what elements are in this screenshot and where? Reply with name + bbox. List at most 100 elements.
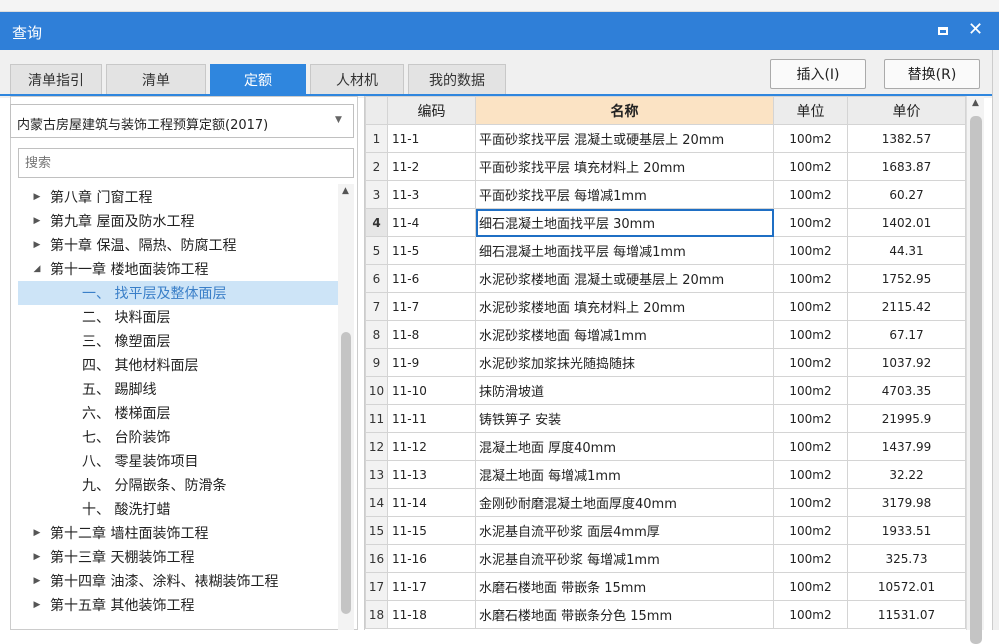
name-cell[interactable]: 金刚砂耐磨混凝土地面厚度40mm — [475, 488, 774, 517]
table-row[interactable]: 12 11-12 混凝土地面 厚度40mm 100m2 1437.99 — [365, 432, 966, 461]
unit-cell[interactable]: 100m2 — [773, 180, 848, 209]
name-cell[interactable]: 水泥砂浆楼地面 填充材料上 20mm — [475, 292, 774, 321]
code-cell[interactable]: 11-7 — [387, 292, 476, 321]
table-row[interactable]: 17 11-17 水磨石楼地面 带嵌条 15mm 100m2 10572.01 — [365, 572, 966, 601]
tree-section-node[interactable]: 九、 分隔嵌条、防滑条 — [18, 473, 338, 497]
tree-section-node[interactable]: 七、 台阶装饰 — [18, 425, 338, 449]
replace-button[interactable]: 替换(R) — [884, 59, 980, 89]
tree-section-node[interactable]: 二、 块料面层 — [18, 305, 338, 329]
code-cell[interactable]: 11-5 — [387, 236, 476, 265]
table-row[interactable]: 3 11-3 平面砂浆找平层 每增减1mm 100m2 60.27 — [365, 180, 966, 209]
table-row[interactable]: 14 11-14 金刚砂耐磨混凝土地面厚度40mm 100m2 3179.98 — [365, 488, 966, 517]
unit-cell[interactable]: 100m2 — [773, 292, 848, 321]
search-input[interactable] — [19, 149, 353, 177]
table-row[interactable]: 9 11-9 水泥砂浆加浆抹光随捣随抹 100m2 1037.92 — [365, 348, 966, 377]
tree-chapter-node[interactable]: ▶ 第十二章 墙柱面装饰工程 — [18, 521, 338, 545]
unit-cell[interactable]: 100m2 — [773, 432, 848, 461]
unit-cell[interactable]: 100m2 — [773, 320, 848, 349]
collapse-arrow-icon[interactable]: ◢ — [30, 264, 44, 274]
expand-arrow-icon[interactable]: ▶ — [30, 216, 44, 226]
table-row[interactable]: 8 11-8 水泥砂浆楼地面 每增减1mm 100m2 67.17 — [365, 320, 966, 349]
price-cell[interactable]: 1933.51 — [847, 516, 966, 545]
scroll-up-icon[interactable]: ▲ — [972, 98, 979, 108]
name-cell[interactable]: 水泥基自流平砂浆 面层4mm厚 — [475, 516, 774, 545]
price-cell[interactable]: 1683.87 — [847, 152, 966, 181]
code-cell[interactable]: 11-8 — [387, 320, 476, 349]
tree-scrollbar[interactable]: ▲ — [338, 184, 354, 630]
name-cell[interactable]: 细石混凝土地面找平层 每增减1mm — [475, 236, 774, 265]
unit-cell[interactable]: 100m2 — [773, 376, 848, 405]
tab-bill[interactable]: 清单 — [106, 64, 206, 94]
unit-cell[interactable]: 100m2 — [773, 264, 848, 293]
price-cell[interactable]: 1037.92 — [847, 348, 966, 377]
price-cell[interactable]: 67.17 — [847, 320, 966, 349]
table-row[interactable]: 6 11-6 水泥砂浆楼地面 混凝土或硬基层上 20mm 100m2 1752.95 — [365, 264, 966, 293]
code-cell[interactable]: 11-3 — [387, 180, 476, 209]
table-row[interactable]: 15 11-15 水泥基自流平砂浆 面层4mm厚 100m2 1933.51 — [365, 516, 966, 545]
price-cell[interactable]: 21995.9 — [847, 404, 966, 433]
maximize-button[interactable] — [936, 24, 950, 38]
expand-arrow-icon[interactable]: ▶ — [30, 240, 44, 250]
expand-arrow-icon[interactable]: ▶ — [30, 576, 44, 586]
name-cell[interactable]: 水泥砂浆楼地面 每增减1mm — [475, 320, 774, 349]
insert-button[interactable]: 插入(I) — [770, 59, 866, 89]
code-cell[interactable]: 11-2 — [387, 152, 476, 181]
table-row[interactable]: 16 11-16 水泥基自流平砂浆 每增减1mm 100m2 325.73 — [365, 544, 966, 573]
name-header[interactable]: 名称 — [475, 96, 774, 125]
price-cell[interactable]: 60.27 — [847, 180, 966, 209]
code-cell[interactable]: 11-14 — [387, 488, 476, 517]
unit-header[interactable]: 单位 — [773, 96, 848, 125]
expand-arrow-icon[interactable]: ▶ — [30, 528, 44, 538]
price-cell[interactable]: 325.73 — [847, 544, 966, 573]
price-cell[interactable]: 1382.57 — [847, 124, 966, 153]
unit-cell[interactable]: 100m2 — [773, 544, 848, 573]
price-cell[interactable]: 44.31 — [847, 236, 966, 265]
tree-scroll-thumb[interactable] — [341, 332, 351, 614]
name-cell[interactable]: 水泥砂浆加浆抹光随捣随抹 — [475, 348, 774, 377]
code-cell[interactable]: 11-11 — [387, 404, 476, 433]
code-cell[interactable]: 11-16 — [387, 544, 476, 573]
table-row[interactable]: 11 11-11 铸铁箅子 安装 100m2 21995.9 — [365, 404, 966, 433]
name-cell[interactable]: 平面砂浆找平层 混凝土或硬基层上 20mm — [475, 124, 774, 153]
code-cell[interactable]: 11-13 — [387, 460, 476, 489]
unit-cell[interactable]: 100m2 — [773, 404, 848, 433]
unit-cell[interactable]: 100m2 — [773, 488, 848, 517]
price-cell[interactable]: 11531.07 — [847, 600, 966, 629]
name-cell[interactable]: 水磨石楼地面 带嵌条分色 15mm — [475, 600, 774, 629]
code-cell[interactable]: 11-18 — [387, 600, 476, 629]
tree-chapter-node[interactable]: ▶ 第八章 门窗工程 — [18, 185, 338, 209]
price-cell[interactable]: 10572.01 — [847, 572, 966, 601]
grid-scroll-thumb[interactable] — [970, 116, 982, 644]
tree-chapter-node[interactable]: ▶ 第十章 保温、隔热、防腐工程 — [18, 233, 338, 257]
price-cell[interactable]: 1437.99 — [847, 432, 966, 461]
tree-section-node[interactable]: 八、 零星装饰项目 — [18, 449, 338, 473]
code-cell[interactable]: 11-10 — [387, 376, 476, 405]
code-cell[interactable]: 11-17 — [387, 572, 476, 601]
tab-quota[interactable]: 定额 — [210, 64, 306, 94]
expand-arrow-icon[interactable]: ▶ — [30, 552, 44, 562]
name-cell[interactable]: 平面砂浆找平层 填充材料上 20mm — [475, 152, 774, 181]
table-row[interactable]: 10 11-10 抹防滑坡道 100m2 4703.35 — [365, 376, 966, 405]
unit-cell[interactable]: 100m2 — [773, 236, 848, 265]
grid-scrollbar[interactable]: ▲ — [966, 96, 984, 644]
code-cell[interactable]: 11-12 — [387, 432, 476, 461]
table-row[interactable]: 4 11-4 细石混凝土地面找平层 30mm 100m2 1402.01 — [365, 208, 966, 237]
expand-arrow-icon[interactable]: ▶ — [30, 600, 44, 610]
tree-section-node[interactable]: 四、 其他材料面层 — [18, 353, 338, 377]
name-cell[interactable]: 抹防滑坡道 — [475, 376, 774, 405]
tree-section-node[interactable]: 十、 酸洗打蜡 — [18, 497, 338, 521]
unit-cell[interactable]: 100m2 — [773, 348, 848, 377]
price-cell[interactable]: 1752.95 — [847, 264, 966, 293]
code-cell[interactable]: 11-4 — [387, 208, 476, 237]
tree-chapter-node[interactable]: ▶ 第九章 屋面及防水工程 — [18, 209, 338, 233]
unit-cell[interactable]: 100m2 — [773, 208, 848, 237]
code-cell[interactable]: 11-15 — [387, 516, 476, 545]
unit-cell[interactable]: 100m2 — [773, 572, 848, 601]
tree-section-node[interactable]: 三、 橡塑面层 — [18, 329, 338, 353]
table-row[interactable]: 1 11-1 平面砂浆找平层 混凝土或硬基层上 20mm 100m2 1382.57 — [365, 124, 966, 153]
unit-cell[interactable]: 100m2 — [773, 460, 848, 489]
price-cell[interactable]: 32.22 — [847, 460, 966, 489]
code-cell[interactable]: 11-9 — [387, 348, 476, 377]
tab-my-data[interactable]: 我的数据 — [408, 64, 506, 94]
price-header[interactable]: 单价 — [847, 96, 966, 125]
